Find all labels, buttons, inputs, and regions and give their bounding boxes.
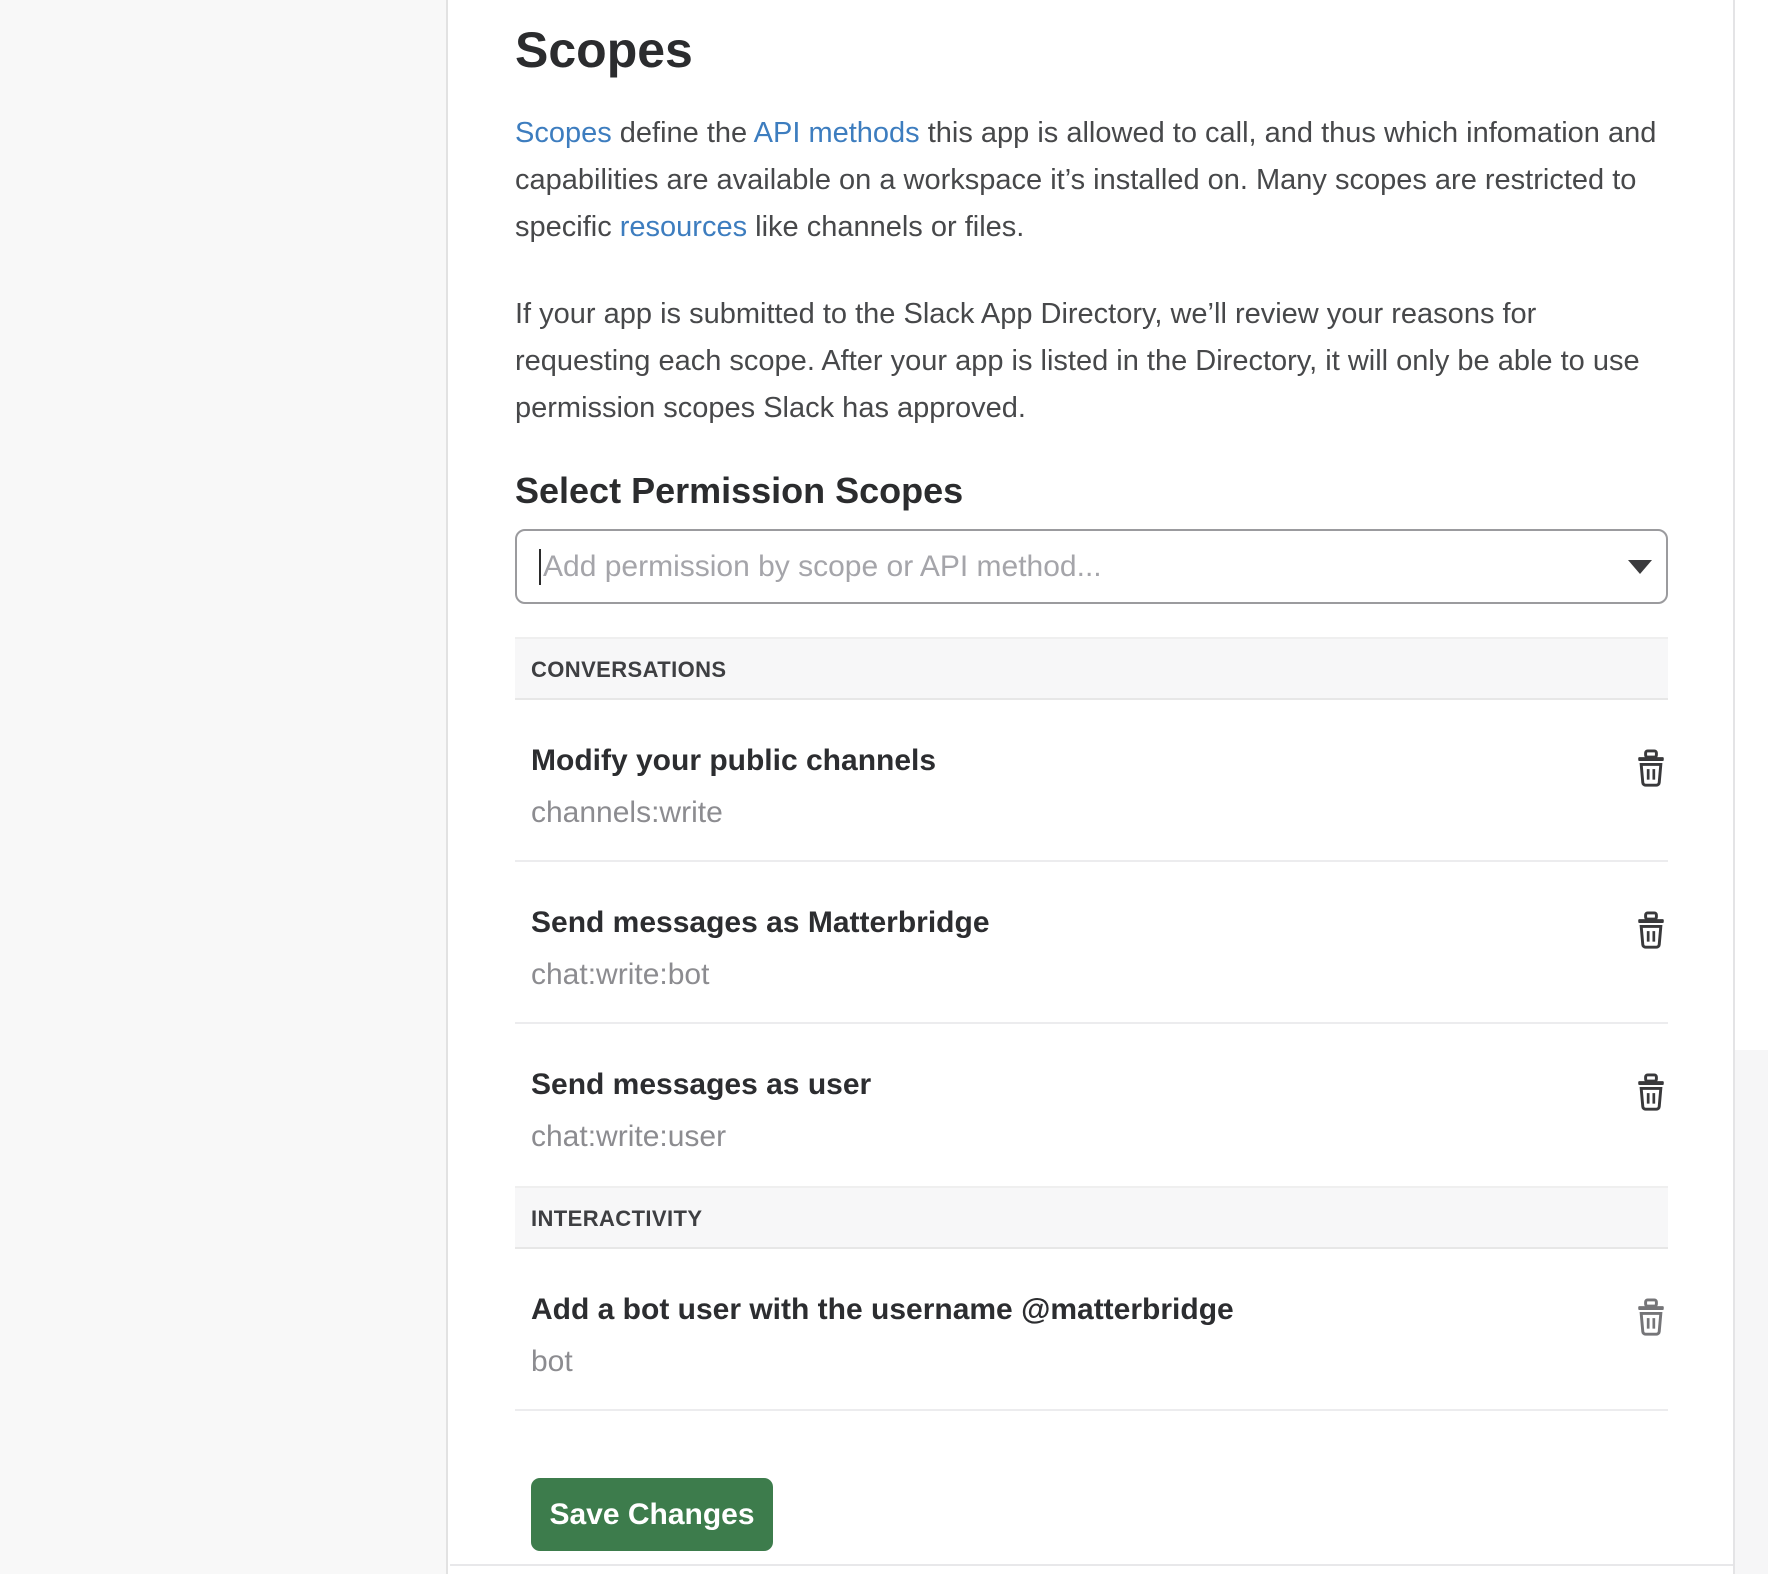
scopes-page: Scopes Scopes define the API methods thi… xyxy=(450,0,1733,1574)
delete-scope-button[interactable] xyxy=(1634,1072,1668,1114)
caret-down-icon[interactable] xyxy=(1628,560,1652,574)
scrollbar-thumb[interactable] xyxy=(1735,0,1768,1050)
directory-note: If your app is submitted to the Slack Ap… xyxy=(515,291,1668,432)
trash-icon xyxy=(1636,1324,1666,1339)
page-title: Scopes xyxy=(515,18,1668,82)
scope-code: chat:write:user xyxy=(531,1119,1598,1154)
scope-code: channels:write xyxy=(531,795,1598,830)
trash-icon xyxy=(1636,1099,1666,1114)
scope-title: Add a bot user with the username @matter… xyxy=(531,1292,1598,1327)
scope-title: Modify your public channels xyxy=(531,743,1598,778)
intro-text-3: like channels or files. xyxy=(747,211,1024,243)
scopes-doc-link[interactable]: Scopes xyxy=(515,117,612,149)
scrollbar-track[interactable] xyxy=(1733,0,1768,1574)
scope-code: bot xyxy=(531,1344,1598,1379)
section-header-interactivity: INTERACTIVITY xyxy=(515,1186,1668,1249)
scope-list: CONVERSATIONS Modify your public channel… xyxy=(515,637,1668,1411)
scope-row: Modify your public channels channels:wri… xyxy=(515,700,1668,862)
left-sidebar xyxy=(0,0,448,1574)
delete-scope-button[interactable] xyxy=(1634,748,1668,790)
scope-row: Send messages as user chat:write:user xyxy=(515,1024,1668,1186)
scope-row: Add a bot user with the username @matter… xyxy=(515,1249,1668,1411)
scope-code: chat:write:bot xyxy=(531,957,1598,992)
section-divider xyxy=(450,1564,1733,1566)
scopes-description: Scopes define the API methods this app i… xyxy=(515,110,1668,251)
scope-search-input[interactable] xyxy=(515,529,1668,604)
api-methods-link[interactable]: API methods xyxy=(754,117,920,149)
trash-icon xyxy=(1636,937,1666,952)
delete-scope-button[interactable] xyxy=(1634,1297,1668,1339)
text-cursor xyxy=(539,549,541,585)
intro-text-1: define the xyxy=(612,117,754,149)
scope-title: Send messages as user xyxy=(531,1067,1598,1102)
scope-search-combobox xyxy=(515,529,1668,604)
delete-scope-button[interactable] xyxy=(1634,910,1668,952)
scope-row: Send messages as Matterbridge chat:write… xyxy=(515,862,1668,1024)
section-header-conversations: CONVERSATIONS xyxy=(515,637,1668,700)
resources-link[interactable]: resources xyxy=(620,211,747,243)
trash-icon xyxy=(1636,775,1666,790)
select-permission-scopes-heading: Select Permission Scopes xyxy=(515,468,1668,513)
scope-title: Send messages as Matterbridge xyxy=(531,905,1598,940)
save-changes-button[interactable]: Save Changes xyxy=(531,1478,773,1551)
